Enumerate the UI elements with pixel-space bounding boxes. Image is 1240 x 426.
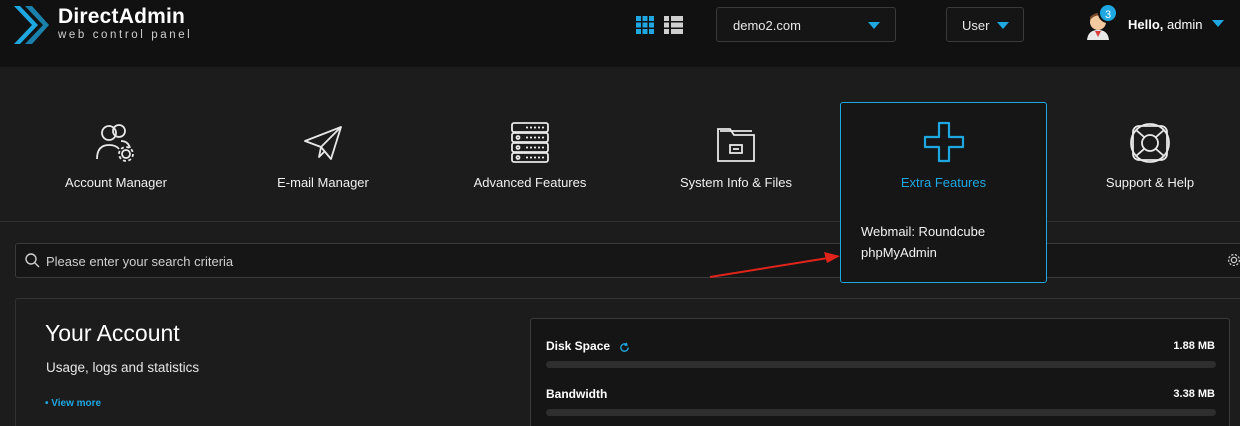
directadmin-logo-icon [14,6,49,44]
gear-icon[interactable] [1227,252,1240,268]
stat-disk-space-label: Disk Space [546,339,611,353]
extra-features-dropdown[interactable]: Extra Features Webmail: Roundcube phpMyA… [840,102,1047,283]
red-arrow-annotation [709,252,840,278]
search-icon [25,253,40,268]
category-system-info-files[interactable]: System Info & Files [636,67,836,222]
username: admin [1167,17,1203,32]
brand-subtitle: web control panel [58,29,193,41]
stat-disk-space-value: 1.88 MB [1173,340,1215,352]
category-support-help[interactable]: Support & Help [1050,67,1240,222]
panel-subtitle: Usage, logs and statistics [46,360,200,375]
users-gear-icon [96,124,134,162]
greeting-label: Hello, [1128,17,1164,32]
stat-bandwidth-value: 3.38 MB [1173,388,1215,400]
category-nav: Account Manager E-mail Manager Advanced … [0,67,1240,222]
chevron-down-icon [868,22,880,29]
folder-icon [717,128,755,162]
chevron-down-icon[interactable] [1212,20,1224,27]
bandwidth-bar [546,409,1216,416]
category-label: Support & Help [1105,175,1195,190]
view-more-link[interactable]: • View more [45,398,101,409]
stat-bandwidth-label: Bandwidth [546,387,608,401]
paper-plane-icon [304,126,342,160]
category-email-manager[interactable]: E-mail Manager [223,67,423,222]
menu-item-webmail-roundcube[interactable]: Webmail: Roundcube [861,224,985,239]
top-bar: DirectAdmin web control panel demo2.com … [0,0,1240,67]
search-bar[interactable] [15,243,1240,278]
domain-select[interactable]: demo2.com [716,7,896,42]
plus-icon [923,121,965,163]
disk-space-bar [546,361,1216,368]
role-select-value: User [962,18,990,33]
notification-badge[interactable]: 3 [1098,3,1118,23]
category-label: Account Manager [65,175,167,190]
server-icon [511,122,549,163]
brand-title: DirectAdmin [58,5,186,28]
category-label: E-mail Manager [277,175,369,190]
usage-stats: Disk Space 1.88 MB Bandwidth 3.38 MB [530,318,1230,426]
chevron-down-icon [997,22,1009,29]
category-label-extra-features: Extra Features [900,175,987,190]
list-view-icon[interactable] [664,16,683,34]
role-select[interactable]: User [946,7,1024,42]
category-advanced-features[interactable]: Advanced Features [430,67,630,222]
category-label: System Info & Files [680,175,792,190]
menu-item-phpmyadmin[interactable]: phpMyAdmin [861,245,937,260]
user-greeting[interactable]: Hello, admin [1128,17,1202,32]
category-label: Advanced Features [473,175,587,190]
search-input[interactable] [46,250,746,272]
panel-title: Your Account [45,320,180,346]
refresh-icon[interactable] [619,342,630,353]
directadmin-logo[interactable]: DirectAdmin web control panel [12,4,192,46]
domain-select-value: demo2.com [733,18,801,33]
category-account-manager[interactable]: Account Manager [16,67,216,222]
lifebuoy-icon [1130,123,1170,163]
grid-view-icon[interactable] [636,16,654,34]
